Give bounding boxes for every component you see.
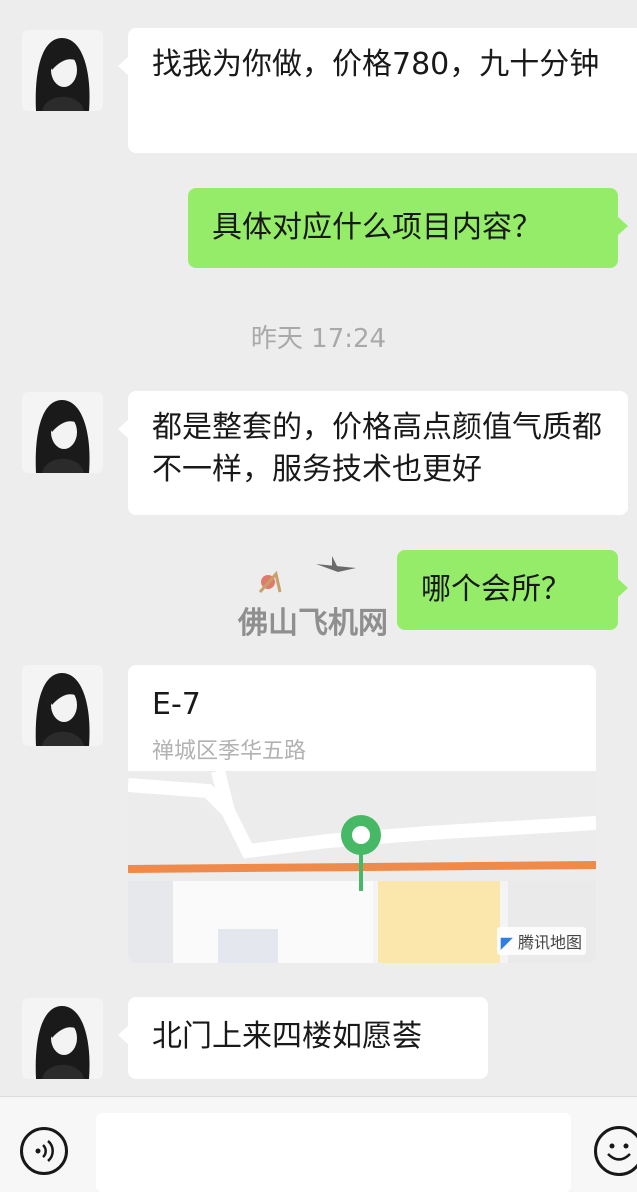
avatar-icon bbox=[35, 1006, 90, 1079]
avatar-icon bbox=[35, 673, 90, 746]
emoji-icon bbox=[607, 1143, 631, 1161]
message-text: 都是整套的，价格高点颜值气质都不一样，服务技术也更好 bbox=[152, 410, 602, 487]
message-bubble-outgoing[interactable]: 具体对应什么项目内容？ bbox=[188, 188, 628, 268]
location-address: 禅城区季华五路 bbox=[152, 739, 307, 764]
watermark-logo-icon bbox=[258, 556, 356, 593]
message-text: 具体对应什么项目内容？ bbox=[212, 210, 542, 245]
emoji-button[interactable] bbox=[594, 1126, 637, 1176]
avatar[interactable] bbox=[22, 665, 103, 746]
avatar-icon bbox=[35, 400, 90, 473]
avatar-icon bbox=[35, 38, 90, 111]
location-title: E-7 bbox=[152, 687, 201, 722]
message-bubble-incoming[interactable]: 找我为你做，价格780，九十分钟 bbox=[118, 28, 637, 153]
map-provider-logo: ◤ 腾讯地图 bbox=[496, 927, 586, 955]
message-text: 哪个会所？ bbox=[421, 572, 571, 607]
message-bubble-outgoing[interactable]: 哪个会所？ bbox=[397, 550, 628, 630]
location-card[interactable]: E-7 禅城区季华五路 ◤ 腾讯地图 bbox=[128, 665, 596, 963]
message-input[interactable] bbox=[96, 1113, 571, 1192]
voice-button[interactable] bbox=[20, 1127, 68, 1175]
message-bubble-incoming[interactable]: 都是整套的，价格高点颜值气质都不一样，服务技术也更好 bbox=[118, 391, 628, 515]
message-text: 找我为你做，价格780，九十分钟 bbox=[152, 47, 600, 82]
avatar[interactable] bbox=[22, 30, 103, 111]
location-map[interactable]: ◤ 腾讯地图 bbox=[128, 769, 596, 963]
timestamp: 昨天 17:24 bbox=[250, 324, 387, 354]
message-bubble-incoming[interactable]: 北门上来四楼如愿荟 bbox=[118, 997, 488, 1079]
avatar[interactable] bbox=[22, 392, 103, 473]
message-text: 北门上来四楼如愿荟 bbox=[152, 1019, 422, 1054]
input-bar bbox=[0, 1096, 637, 1192]
voice-icon bbox=[35, 1140, 54, 1162]
avatar[interactable] bbox=[22, 998, 103, 1079]
watermark-text: 佛山飞机网 bbox=[238, 606, 388, 641]
